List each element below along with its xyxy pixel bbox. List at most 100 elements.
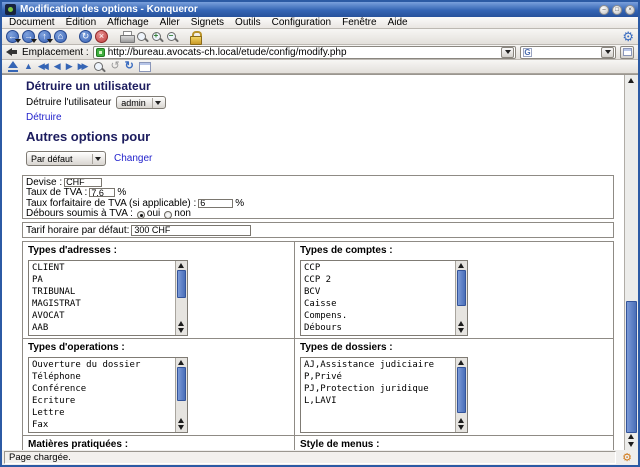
find-button[interactable] xyxy=(136,31,148,43)
titlebar[interactable]: Modification des options - Konqueror – □… xyxy=(2,2,638,17)
maximize-button[interactable]: □ xyxy=(612,4,622,15)
menu-document[interactable]: Document xyxy=(9,17,55,28)
history-button[interactable]: ↺ xyxy=(110,61,119,72)
list-item[interactable]: L,LAVI xyxy=(304,395,453,407)
first-button[interactable]: ◀◀ xyxy=(38,61,49,72)
scroll-up-icon[interactable] xyxy=(178,360,184,365)
back-button[interactable]: ← xyxy=(6,30,21,43)
list-item[interactable]: Téléphone xyxy=(32,371,173,383)
scrollbar-thumb[interactable] xyxy=(626,301,637,433)
scroll-up-icon[interactable] xyxy=(458,263,464,268)
url-dropdown-button[interactable] xyxy=(501,46,514,58)
menu-aller[interactable]: Aller xyxy=(160,17,180,28)
listbox-scrollbar[interactable] xyxy=(455,261,467,335)
zoom-in-button[interactable]: + xyxy=(151,31,163,43)
url-field[interactable]: http://bureau.avocats-ch.local/etude/con… xyxy=(92,45,516,59)
list-item[interactable]: Ouverture du dossier xyxy=(32,359,173,371)
list-item[interactable]: CCP 2 xyxy=(304,274,453,286)
adresses-listbox[interactable]: CLIENT PA TRIBUNAL MAGISTRAT AVOCAT AAB xyxy=(28,260,188,336)
search-field[interactable]: G xyxy=(520,45,616,59)
menu-configuration[interactable]: Configuration xyxy=(272,17,331,28)
list-item[interactable]: AVOCAT xyxy=(32,310,173,322)
scroll-down-icon[interactable] xyxy=(458,328,464,333)
operations-listbox[interactable]: Ouverture du dossier Téléphone Conférenc… xyxy=(28,357,188,433)
last-button[interactable]: ▶▶ xyxy=(78,61,89,72)
list-item[interactable]: AAB xyxy=(32,322,173,334)
scroll-up-icon[interactable] xyxy=(458,360,464,365)
next-button[interactable]: ▶ xyxy=(66,61,73,72)
list-item[interactable]: Conférence xyxy=(32,383,173,395)
user-select[interactable]: admin xyxy=(116,96,167,109)
vat-yes-radio[interactable] xyxy=(136,210,145,219)
list-item[interactable]: PJ,Protection juridique xyxy=(304,383,453,395)
list-item[interactable]: Débours xyxy=(304,322,453,334)
new-window-button[interactable] xyxy=(138,61,151,72)
list-item[interactable]: CLIENT xyxy=(32,262,173,274)
list-item[interactable]: Compens. xyxy=(304,310,453,322)
zoom-out-button[interactable]: − xyxy=(166,31,178,43)
vat-no-radio[interactable] xyxy=(164,210,173,219)
page-scrollbar[interactable] xyxy=(624,75,638,450)
scroll-up-icon[interactable] xyxy=(178,263,184,268)
scroll-up-icon[interactable] xyxy=(458,418,464,423)
search-page-button[interactable] xyxy=(93,61,105,73)
list-item[interactable]: TRIBUNAL xyxy=(32,286,173,298)
scrollbar-thumb[interactable] xyxy=(177,270,186,298)
comptes-listbox[interactable]: CCP CCP 2 BCV Caisse Compens. Débours xyxy=(300,260,468,336)
go-up-button[interactable]: ▲ xyxy=(24,61,33,72)
search-dropdown-button[interactable] xyxy=(601,46,614,58)
scrollbar-thumb[interactable] xyxy=(457,367,466,413)
print-button[interactable] xyxy=(120,31,135,43)
list-item[interactable]: BCV xyxy=(304,286,453,298)
flat-vat-input[interactable] xyxy=(198,198,234,208)
reload-button[interactable]: ↻ xyxy=(79,30,92,43)
menu-fenetre[interactable]: Fenêtre xyxy=(342,17,376,28)
search-go-button[interactable] xyxy=(620,45,634,59)
go-top-button[interactable] xyxy=(7,61,19,72)
scroll-up-icon[interactable] xyxy=(628,78,634,83)
list-item[interactable]: CCP xyxy=(304,262,453,274)
up-button[interactable]: ↑ xyxy=(38,30,53,43)
previous-button[interactable]: ◀ xyxy=(54,61,61,72)
list-item[interactable]: P,Privé xyxy=(304,371,453,383)
menu-signets[interactable]: Signets xyxy=(191,17,224,28)
minimize-button[interactable]: – xyxy=(599,4,609,15)
dossiers-listbox[interactable]: AJ,Assistance judiciaire P,Privé PJ,Prot… xyxy=(300,357,468,433)
refresh-button[interactable]: ↻ xyxy=(125,61,134,72)
list-item[interactable]: PA xyxy=(32,274,173,286)
menu-outils[interactable]: Outils xyxy=(235,17,261,28)
hourly-rate-input[interactable] xyxy=(131,224,252,236)
menu-edition[interactable]: Édition xyxy=(66,17,97,28)
clear-location-icon[interactable] xyxy=(6,47,18,57)
list-item[interactable]: Ecriture xyxy=(32,395,173,407)
scroll-up-icon[interactable] xyxy=(178,418,184,423)
vat-input[interactable] xyxy=(89,188,116,198)
list-item[interactable]: Lettre xyxy=(32,407,173,419)
close-button[interactable]: × xyxy=(625,4,635,15)
listbox-scrollbar[interactable] xyxy=(455,358,467,432)
list-item[interactable]: MAGISTRAT xyxy=(32,298,173,310)
menu-affichage[interactable]: Affichage xyxy=(107,17,149,28)
list-item[interactable]: AJ,Assistance judiciaire xyxy=(304,359,453,371)
scroll-down-icon[interactable] xyxy=(458,425,464,430)
change-link[interactable]: Changer xyxy=(114,153,152,164)
forward-button[interactable]: → xyxy=(22,30,37,43)
list-item[interactable]: Fax xyxy=(32,419,173,431)
listbox-scrollbar[interactable] xyxy=(175,261,187,335)
scroll-down-icon[interactable] xyxy=(628,442,634,447)
scrollbar-thumb[interactable] xyxy=(457,270,466,306)
scroll-down-icon[interactable] xyxy=(178,328,184,333)
stop-button[interactable]: × xyxy=(95,30,108,43)
list-item[interactable]: Caisse xyxy=(304,298,453,310)
security-button[interactable] xyxy=(190,30,202,45)
scroll-up-icon[interactable] xyxy=(178,321,184,326)
scrollbar-thumb[interactable] xyxy=(177,367,186,401)
home-button[interactable]: ⌂ xyxy=(54,30,67,43)
listbox-scrollbar[interactable] xyxy=(175,358,187,432)
currency-input[interactable] xyxy=(64,177,103,187)
profile-select[interactable]: Par défaut xyxy=(26,151,106,166)
menu-aide[interactable]: Aide xyxy=(388,17,408,28)
scroll-up-icon[interactable] xyxy=(458,321,464,326)
scroll-down-icon[interactable] xyxy=(178,425,184,430)
scroll-up-icon[interactable] xyxy=(628,434,634,439)
